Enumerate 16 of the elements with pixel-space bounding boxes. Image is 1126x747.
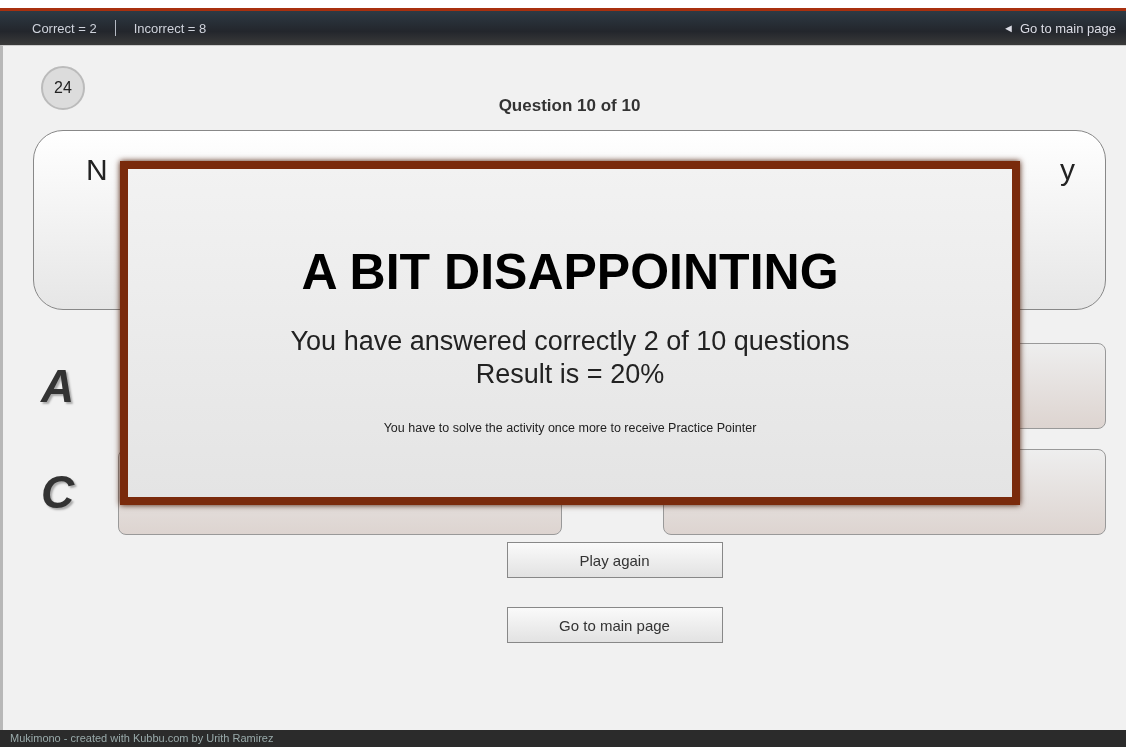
action-button[interactable]: Play again xyxy=(506,542,723,578)
action-button[interactable]: Go to main page xyxy=(506,607,723,643)
question-text-fragment: N xyxy=(86,153,108,187)
main-page-link[interactable]: ◄ Go to main page xyxy=(1003,20,1116,36)
result-title: A BIT DISAPPOINTING xyxy=(301,243,839,301)
footer-credit: Mukimono - created with Kubbu.com by Urith Ramirez xyxy=(10,732,274,744)
score-label: Correct = 2 xyxy=(32,20,97,36)
answer-letter: A xyxy=(41,360,75,412)
question-title: Question 10 of 10 xyxy=(497,96,642,116)
result-note: You have to solve the activity once more to receive Practice Pointer xyxy=(383,421,757,435)
question-text-fragment: y xyxy=(1060,153,1075,187)
answer-letter: C xyxy=(41,466,75,518)
result-summary: You have answered correctly 2 of 10 questions xyxy=(290,325,850,358)
result-percentage: Result is = 20% xyxy=(475,358,665,391)
timer-badge: 24 xyxy=(41,66,85,110)
score-label: Incorrect = 8 xyxy=(133,20,207,36)
